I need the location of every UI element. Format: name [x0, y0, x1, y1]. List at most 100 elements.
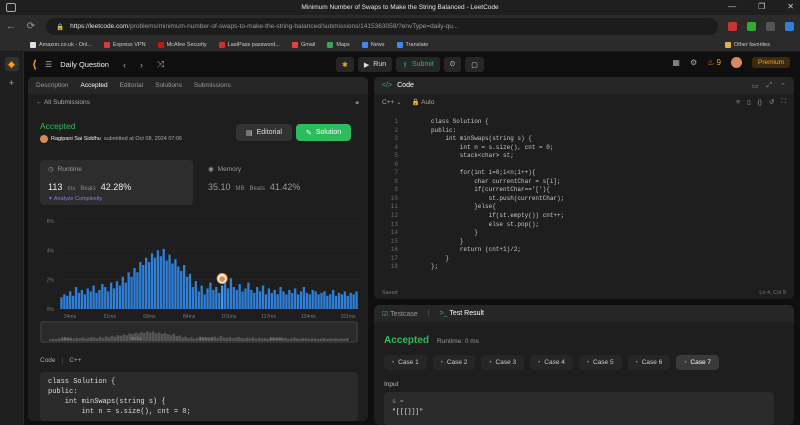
daily-question-title[interactable]: Daily Question	[60, 60, 109, 69]
mini-chart-bar	[187, 338, 190, 341]
bookmark-item[interactable]: Translate	[396, 41, 428, 48]
runtime-card[interactable]: ◷ Runtime 113 ms Beats 42.28% ✦ Analyze C…	[40, 160, 193, 205]
pass-dot-icon: •	[684, 359, 687, 366]
bookmark-icon[interactable]: ▯	[747, 98, 751, 106]
run-button[interactable]: ▶ Run	[357, 57, 393, 72]
back-icon[interactable]: ←	[6, 21, 16, 32]
case-tab-1[interactable]: • Case 1	[384, 355, 427, 370]
chart-bar	[340, 294, 344, 309]
format-icon[interactable]: ≡	[736, 99, 740, 106]
notes-button[interactable]: ▢	[465, 57, 484, 72]
fullscreen-icon[interactable]: ⛶	[781, 98, 786, 106]
collapse-icon[interactable]: ⌃	[780, 82, 786, 90]
expand-icon[interactable]: ⤢	[767, 82, 773, 90]
mini-chart-bar	[225, 337, 229, 341]
braces-icon[interactable]: {}	[758, 99, 762, 106]
language-select[interactable]: C++ ⌄	[382, 98, 402, 106]
analyze-complexity-link[interactable]: ✦ Analyze Complexity	[48, 196, 185, 202]
mini-chart-bar	[107, 337, 111, 341]
case-tab-6[interactable]: • Case 6	[627, 355, 671, 370]
case-tab-5[interactable]: • Case 5	[578, 355, 622, 370]
case-tab-3[interactable]: • Case 3	[481, 355, 525, 370]
author-name[interactable]: Ragipani Sai Siddhu	[51, 136, 101, 142]
debug-button[interactable]: ✱	[336, 57, 354, 72]
bookmark-item[interactable]: Express VPN	[103, 41, 146, 48]
premium-button[interactable]: Premium	[751, 57, 790, 68]
pass-dot-icon: •	[586, 359, 589, 366]
tab-test-result[interactable]: >_ Test Result	[440, 310, 484, 317]
url-bar[interactable]: 🔒 https://leetcode.com/problems/minimum-…	[46, 18, 718, 35]
close-window-button[interactable]: ✕	[787, 2, 794, 11]
editorial-button[interactable]: ▤ Editorial	[236, 124, 292, 141]
copilot-icon[interactable]	[785, 22, 794, 31]
chart-bar	[133, 267, 136, 309]
run-submit-group: ✱ ▶ Run ⇪ Submit ⏲ ▢	[336, 57, 484, 72]
tab-icon[interactable]: ◆	[4, 57, 19, 71]
add-tab-icon[interactable]: +	[5, 76, 19, 90]
chart-bar	[60, 297, 63, 309]
editor-code[interactable]: class Solution {public: int minSwaps(str…	[431, 118, 564, 272]
case-tab-4[interactable]: • Case 4	[530, 355, 573, 370]
chart-bar	[194, 281, 198, 309]
leetcode-logo-icon[interactable]: ⟨	[32, 58, 37, 71]
mini-tick-label: 68ms	[130, 336, 142, 341]
runtime-stats: 113 ms Beats 42.28%	[48, 182, 185, 192]
tab-accepted[interactable]: Accepted	[81, 82, 108, 89]
runtime-distribution-chart[interactable]: 6% 4% 2% 0% 34ms 51ms 68ms 84ms 101ms 117ms 134ms 1…	[36, 213, 366, 321]
code-editor[interactable]: 1 2 3 4 5 6 7 8 9 10 11 12 13 14 15 16 17 18 class Soluti…	[374, 114, 794, 279]
extension-icon[interactable]	[728, 22, 737, 31]
gmail-icon	[291, 41, 298, 48]
chart-bar	[156, 250, 160, 309]
bookmark-item[interactable]: Maps	[327, 41, 350, 48]
chart-range-scrollbar[interactable]: 34ms 68ms 101ms 134ms	[40, 321, 358, 343]
mini-chart-bar	[240, 337, 243, 341]
bookmark-item[interactable]: McAfee Security	[157, 41, 207, 48]
tab-description[interactable]: Description	[36, 82, 69, 89]
layout-icon[interactable]: ▦	[672, 58, 680, 67]
avatar[interactable]	[40, 135, 48, 143]
reset-icon[interactable]: ↺	[769, 98, 774, 106]
solution-button[interactable]: ✎ Solution	[296, 124, 352, 141]
maximize-button[interactable]: ❐	[758, 2, 765, 11]
prev-problem-icon[interactable]: ‹	[123, 60, 126, 70]
other-favorites[interactable]: Other favorites	[724, 41, 770, 48]
case-tab-2[interactable]: • Case 2	[432, 355, 476, 370]
bookmark-item[interactable]: Amazon.co.uk - Onl...	[30, 41, 92, 48]
problem-list-icon[interactable]: ☰	[45, 60, 52, 69]
case-tab-7[interactable]: • Case 7	[676, 355, 720, 370]
submit-button[interactable]: ⇪ Submit	[396, 57, 440, 72]
chart-bar	[115, 281, 119, 309]
all-submissions-link[interactable]: ← All Submissions	[36, 99, 90, 106]
code-language-header: Code | C++	[40, 357, 82, 364]
tab-submissions[interactable]: Submissions	[194, 82, 231, 89]
mini-chart-bar	[75, 337, 79, 341]
timer-button[interactable]: ⏲	[443, 57, 462, 72]
bookmark-item[interactable]: LastPass password...	[218, 41, 280, 48]
tab-solutions[interactable]: Solutions	[155, 82, 182, 89]
test-result-panel: ☑ Testcase | >_ Test Result Accepted Run…	[374, 305, 794, 425]
favorites-icon[interactable]	[766, 22, 775, 31]
refresh-icon[interactable]: ⟳	[26, 21, 36, 32]
tab-editorial[interactable]: Editorial	[120, 82, 143, 89]
bookmark-item[interactable]: News	[361, 41, 385, 48]
minimize-button[interactable]: —	[728, 2, 736, 11]
next-problem-icon[interactable]: ›	[140, 60, 143, 70]
bookmark-item[interactable]: Gmail	[291, 41, 315, 48]
shuffle-icon[interactable]: ⤨	[157, 59, 164, 70]
auto-toggle[interactable]: 🔒 Auto	[412, 98, 435, 106]
mini-chart-bar	[331, 338, 334, 341]
tab-testcase[interactable]: ☑ Testcase	[382, 310, 418, 318]
streak-counter[interactable]: ♨ 9	[707, 58, 721, 67]
y-tick-label: 6%	[47, 219, 55, 225]
settings-icon[interactable]: ⚙	[690, 58, 697, 67]
memory-card[interactable]: ◉ Memory 35.10 MB Beats 41.42%	[204, 160, 354, 205]
minimize-panel-icon[interactable]: ▭	[752, 82, 759, 90]
chart-bar	[256, 287, 259, 309]
mini-chart-bar	[325, 338, 329, 341]
mini-chart-bar	[299, 338, 302, 341]
code-editor-panel: </> Code ▭ ⤢ ⌃ C++ ⌄ 🔒 Auto ≡ ▯{} ↺ ⛶ 123456789…	[374, 77, 794, 299]
share-link-icon[interactable]: ⚭	[355, 99, 360, 107]
avatar[interactable]	[730, 57, 742, 68]
extension-icon[interactable]	[747, 22, 756, 31]
mini-chart-bar	[249, 338, 252, 341]
